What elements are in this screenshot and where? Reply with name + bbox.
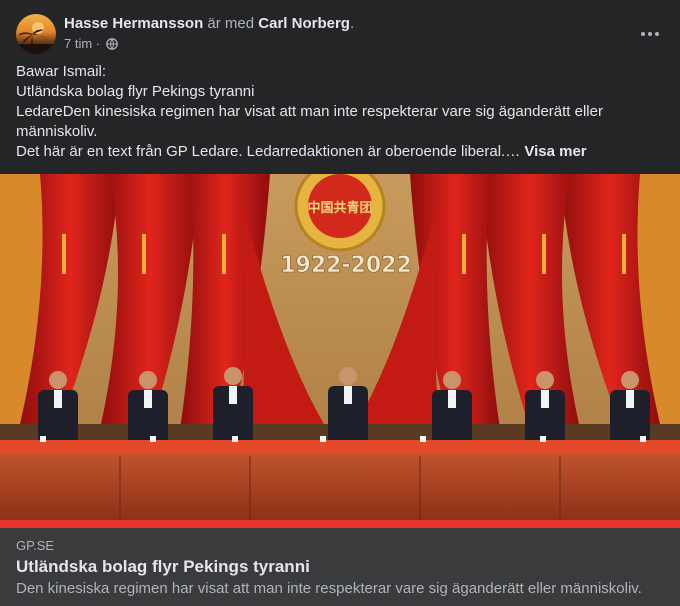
photo-graphic: 中国共青团 1922-2022 [0, 174, 680, 528]
author-name[interactable]: Hasse Hermansson [64, 15, 203, 32]
meta-separator: · [95, 36, 101, 51]
post-line: Utländska bolag flyr Pekings tyranni [16, 83, 255, 100]
post-header: Hasse Hermansson är med Carl Norberg. 7 … [16, 12, 664, 56]
post-line: Det här är en text från GP Ledare. Ledar… [16, 143, 521, 160]
with-text: är med [207, 15, 255, 32]
post-line: Bawar Ismail: [16, 63, 107, 80]
more-options-button[interactable] [636, 22, 664, 46]
link-domain: GP.SE [16, 538, 55, 553]
post-time[interactable]: 7 tim [64, 36, 92, 51]
period: . [349, 15, 355, 32]
link-title[interactable]: Utländska bolag flyr Pekings tyranni [16, 557, 310, 577]
globe-icon[interactable] [105, 38, 118, 54]
post-line: LedareDen kinesiska regimen har visat at… [16, 103, 603, 120]
link-description: Den kinesiska regimen har visat att man … [16, 580, 642, 597]
author-avatar[interactable] [16, 14, 56, 54]
post-line-last: Det här är en text från GP Ledare. Ledar… [16, 142, 664, 162]
facebook-post: Hasse Hermansson är med Carl Norberg. 7 … [0, 0, 680, 606]
more-horizontal-icon [641, 32, 659, 36]
banner-text: 1922-2022 [280, 253, 412, 278]
see-more-link[interactable]: Visa mer [524, 143, 586, 160]
post-meta: 7 tim · [64, 36, 118, 54]
tagged-name[interactable]: Carl Norberg [258, 15, 350, 32]
link-preview[interactable]: GP.SE Utländska bolag flyr Pekings tyran… [0, 528, 680, 606]
post-body: Bawar Ismail: Utländska bolag flyr Pekin… [16, 62, 664, 162]
post-image[interactable]: 中国共青团 1922-2022 [0, 174, 680, 528]
author-line: Hasse Hermansson är med Carl Norberg. [64, 14, 354, 34]
post-line: människoliv. [16, 123, 98, 140]
emblem-text: 中国共青团 [307, 200, 372, 216]
